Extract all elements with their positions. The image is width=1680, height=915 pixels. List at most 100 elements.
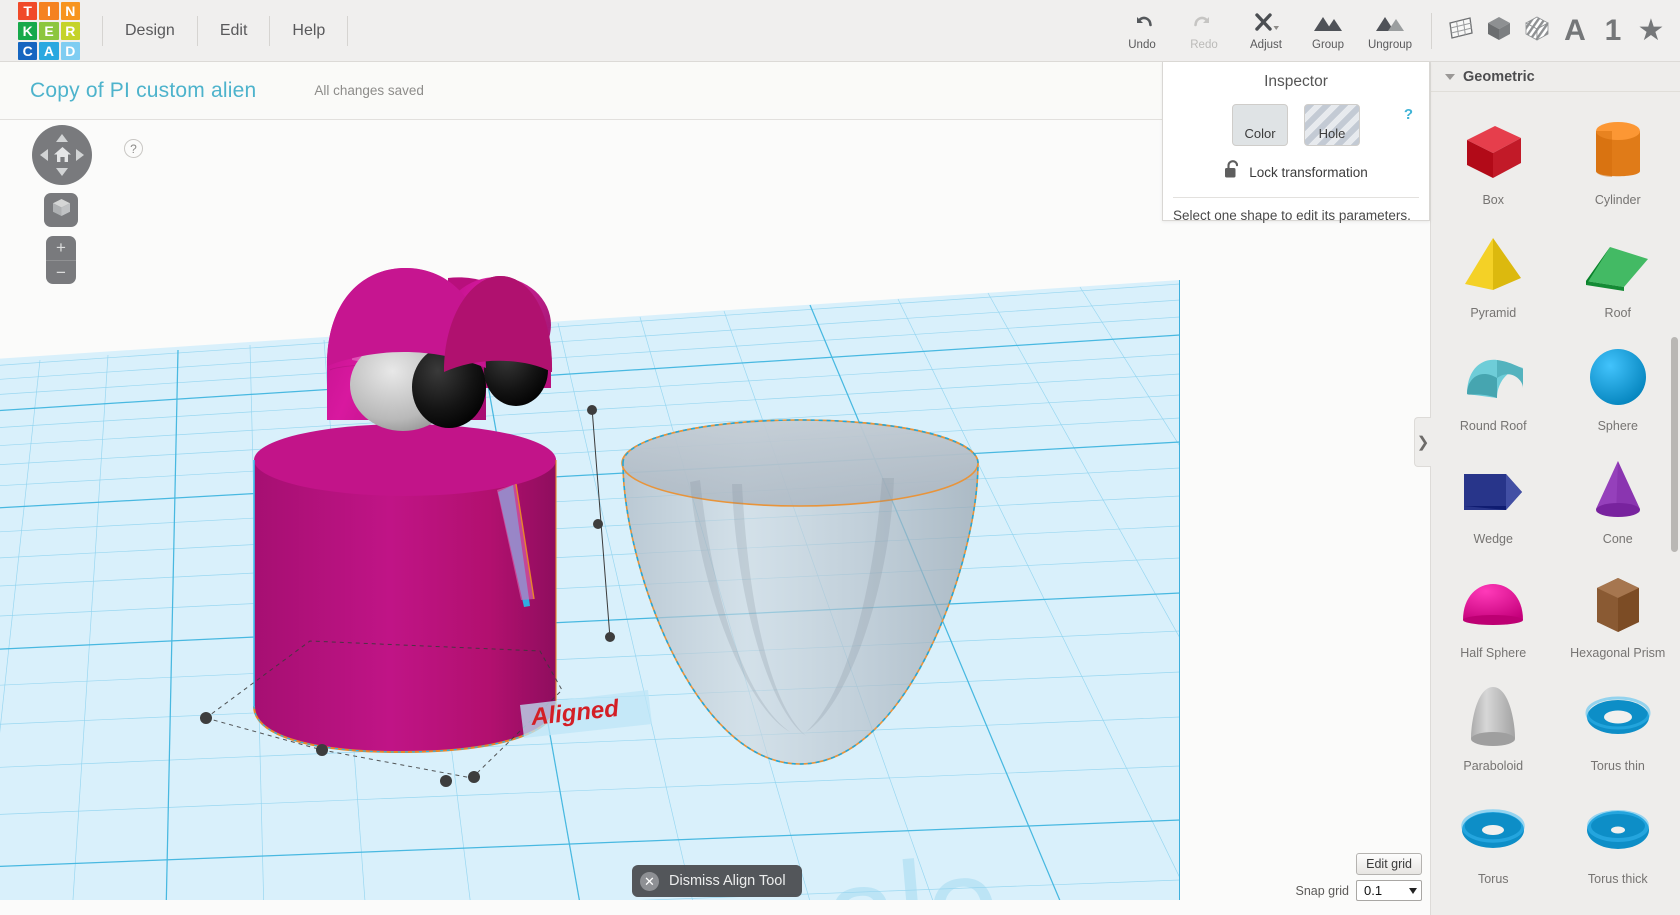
cylinder-icon xyxy=(1556,111,1680,191)
close-icon[interactable]: ✕ xyxy=(640,871,659,891)
orbit-down-arrow[interactable] xyxy=(56,168,68,176)
number-shape-button[interactable]: 1 xyxy=(1594,0,1632,62)
shape-item-half-sphere[interactable]: Half Sphere xyxy=(1431,553,1556,665)
redo-button[interactable]: Redo xyxy=(1173,0,1235,62)
shape-item-torus-thick[interactable]: Torus thick xyxy=(1556,779,1680,891)
wedge-icon xyxy=(1431,450,1556,530)
torusthin-icon xyxy=(1556,677,1680,757)
favorites-button[interactable]: ★ xyxy=(1632,0,1670,62)
unlock-icon xyxy=(1224,160,1241,184)
view-orbit-dial[interactable] xyxy=(32,125,92,185)
shape-item-label: Torus xyxy=(1477,871,1509,886)
color-swatch-button[interactable]: Color xyxy=(1232,104,1288,146)
text-shape-button[interactable]: A xyxy=(1556,0,1594,62)
inspector-panel: Inspector ? Color Hole Lock transformati… xyxy=(1162,62,1430,223)
hole-swatch-label: Hole xyxy=(1318,126,1346,141)
page-title[interactable]: Copy of PI custom alien xyxy=(30,79,256,103)
shape-item-box[interactable]: Box xyxy=(1431,100,1556,212)
shape-item-label: Round Roof xyxy=(1459,419,1527,434)
shape-item-pyramid[interactable]: Pyramid xyxy=(1431,213,1556,325)
logo-letter-d: D xyxy=(60,41,80,60)
solid-shape-button[interactable] xyxy=(1480,0,1518,62)
tinkercad-logo[interactable]: TIN KER CAD xyxy=(18,1,80,60)
adjust-button[interactable]: Adjust xyxy=(1235,0,1297,62)
shape-item-label: Pyramid xyxy=(1470,306,1517,321)
workplane-button[interactable] xyxy=(1442,0,1480,62)
shape-item-wedge[interactable]: Wedge xyxy=(1431,439,1556,551)
lock-transformation-row[interactable]: Lock transformation xyxy=(1163,160,1429,184)
menu-item-help[interactable]: Help xyxy=(270,15,349,46)
view-help-button[interactable]: ? xyxy=(124,139,143,158)
logo-letter-k: K xyxy=(18,21,38,40)
chevron-down-icon xyxy=(1445,73,1455,80)
roundroof-icon xyxy=(1431,337,1556,417)
roof-icon xyxy=(1556,224,1680,304)
shape-item-torus[interactable]: Torus xyxy=(1431,779,1556,891)
shapes-category-label: Geometric xyxy=(1463,68,1535,85)
logo-letter-t: T xyxy=(18,1,38,20)
collapse-shapes-panel-button[interactable]: ❯ xyxy=(1414,417,1431,467)
fit-view-cube-button[interactable] xyxy=(44,193,78,227)
shape-item-label: Hexagonal Prism xyxy=(1570,645,1666,660)
zoom-out-button[interactable]: − xyxy=(46,260,76,284)
orbit-up-arrow[interactable] xyxy=(56,134,68,142)
shapes-panel-scrollbar[interactable] xyxy=(1671,337,1678,552)
align-handle xyxy=(200,712,212,724)
cone-icon xyxy=(1556,450,1680,530)
chevron-down-icon xyxy=(1409,887,1417,894)
menu-item-design[interactable]: Design xyxy=(102,15,198,46)
ungroup-icon xyxy=(1374,10,1406,36)
shape-item-label: Wedge xyxy=(1473,532,1513,547)
shape-item-torus-thin[interactable]: Torus thin xyxy=(1556,666,1680,778)
box-icon xyxy=(1431,111,1556,191)
shape-item-cone[interactable]: Cone xyxy=(1556,439,1680,551)
shape-item-hexagonal-prism[interactable]: Hexagonal Prism xyxy=(1556,553,1680,665)
inspector-title: Inspector xyxy=(1264,73,1328,90)
dismiss-align-tool-button[interactable]: ✕ Dismiss Align Tool xyxy=(632,865,802,897)
snap-grid-row: Snap grid 0.1 xyxy=(1295,880,1422,901)
shape-item-paraboloid[interactable]: Paraboloid xyxy=(1431,666,1556,778)
logo-letter-r: R xyxy=(60,21,80,40)
shape-item-sphere[interactable]: Sphere xyxy=(1556,326,1680,438)
ungroup-button[interactable]: Ungroup xyxy=(1359,0,1421,62)
shapes-grid: Box Cylinder Pyramid Roof Round Roof Sphere We… xyxy=(1431,92,1680,892)
text-a-icon: A xyxy=(1564,13,1586,47)
shape-item-roof[interactable]: Roof xyxy=(1556,213,1680,325)
snap-grid-select[interactable]: 0.1 xyxy=(1356,880,1422,901)
ungroup-label: Ungroup xyxy=(1367,39,1413,51)
editor-canvas[interactable]: ale Aligned + − ? ✕ Dismiss Align Tool E… xyxy=(0,120,1430,915)
hole-swatch-button[interactable]: Hole xyxy=(1304,104,1360,146)
hole-shape-button[interactable] xyxy=(1518,0,1556,62)
hexprism-icon xyxy=(1556,564,1680,644)
group-button[interactable]: Group xyxy=(1297,0,1359,62)
orbit-left-arrow[interactable] xyxy=(40,149,48,161)
shape-item-cylinder[interactable]: Cylinder xyxy=(1556,100,1680,212)
adjust-icon xyxy=(1251,10,1281,36)
3d-viewport[interactable]: ale Aligned xyxy=(0,120,1430,915)
inspector-help-button[interactable]: ? xyxy=(1404,106,1413,123)
edit-grid-button[interactable]: Edit grid xyxy=(1356,853,1422,875)
undo-button[interactable]: Undo xyxy=(1111,0,1173,62)
color-swatch-label: Color xyxy=(1244,126,1276,141)
view-navigation-controls: + − ? xyxy=(32,125,143,284)
menu-item-edit[interactable]: Edit xyxy=(198,15,271,46)
orbit-right-arrow[interactable] xyxy=(76,149,84,161)
inspector-swatches: Color Hole xyxy=(1163,104,1429,146)
home-icon[interactable] xyxy=(53,145,72,169)
pyramid-icon xyxy=(1431,224,1556,304)
snap-grid-value: 0.1 xyxy=(1364,883,1383,898)
shape-item-label: Cone xyxy=(1602,532,1633,547)
undo-label: Undo xyxy=(1128,39,1156,51)
halfsphere-icon xyxy=(1431,564,1556,644)
zoom-in-button[interactable]: + xyxy=(46,236,76,260)
shape-item-label: Roof xyxy=(1604,306,1631,321)
logo-letter-i: I xyxy=(39,1,59,20)
shape-item-label: Box xyxy=(1482,193,1505,207)
torusthick-icon xyxy=(1556,790,1680,870)
shape-item-round-roof[interactable]: Round Roof xyxy=(1431,326,1556,438)
shapes-category-header[interactable]: Geometric xyxy=(1431,62,1680,92)
view-cube-icon xyxy=(51,197,72,223)
tinkercad-app: TINKERCAD Design Edit Help Undo Redo Adj… xyxy=(0,0,1680,915)
star-icon: ★ xyxy=(1637,14,1665,47)
torus-icon xyxy=(1431,790,1556,870)
